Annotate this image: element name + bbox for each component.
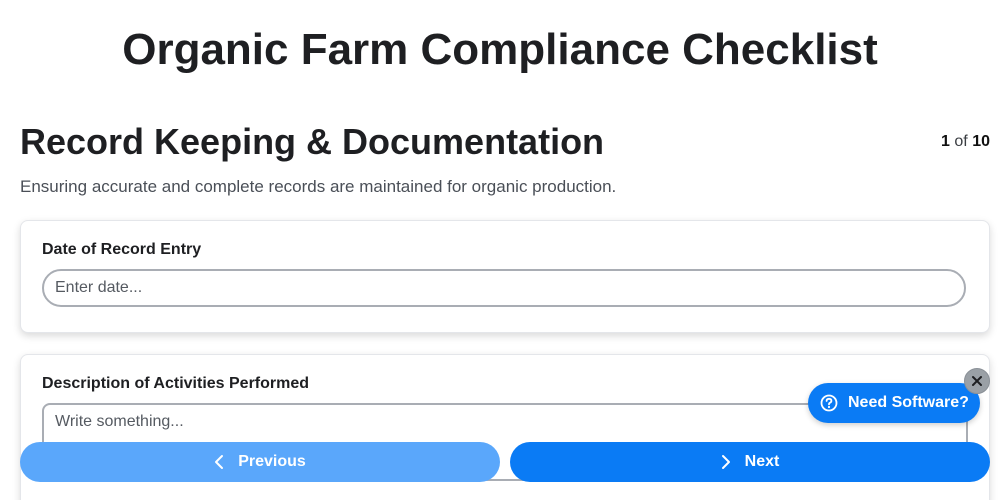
activities-field-label: Description of Activities Performed	[42, 375, 310, 392]
close-icon	[971, 375, 983, 387]
date-input[interactable]	[42, 269, 966, 307]
date-field-label: Date of Record Entry	[42, 241, 202, 258]
counter-total: 10	[972, 133, 990, 150]
close-help-button[interactable]	[964, 368, 990, 394]
page-title: Organic Farm Compliance Checklist	[122, 25, 878, 74]
chevron-left-icon	[214, 454, 224, 470]
section-description: Ensuring accurate and complete records a…	[20, 177, 617, 196]
checklist-page: Organic Farm Compliance Checklist Record…	[0, 0, 1000, 500]
date-field-card: Date of Record Entry	[20, 220, 990, 333]
counter-separator: of	[954, 133, 968, 150]
need-software-label: Need Software?	[848, 394, 969, 411]
section-counter: 1 of 10	[941, 133, 990, 151]
counter-current: 1	[941, 133, 950, 150]
question-circle-icon	[820, 394, 838, 412]
next-button-label: Next	[744, 453, 780, 470]
previous-button-label: Previous	[238, 453, 306, 470]
next-button[interactable]: Next	[510, 442, 990, 482]
section-title: Record Keeping & Documentation	[20, 121, 605, 162]
need-software-button[interactable]: Need Software?	[808, 383, 980, 423]
previous-button[interactable]: Previous	[20, 442, 500, 482]
chevron-right-icon	[721, 454, 731, 470]
